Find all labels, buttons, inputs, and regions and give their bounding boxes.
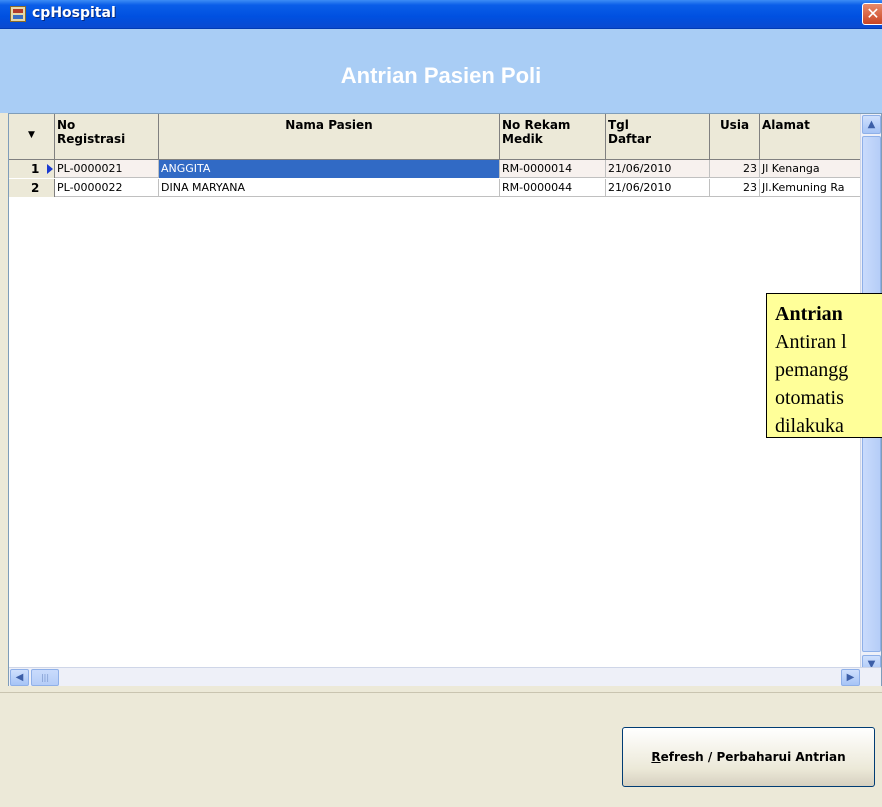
cell-nama-pasien[interactable]: ANGGITA	[159, 160, 500, 178]
title-bar[interactable]: cpHospital ✕	[0, 0, 882, 29]
current-row-pointer-icon	[47, 164, 53, 174]
column-header-alamat[interactable]: Alamat	[760, 114, 860, 160]
refresh-queue-button[interactable]: Refresh / Perbaharui Antrian	[622, 727, 875, 787]
column-header-no-registrasi[interactable]: No Registrasi	[55, 114, 159, 160]
table-row[interactable]: 2 PL-0000022 DINA MARYANA RM-0000044 21/…	[9, 179, 860, 197]
column-label-line: No	[57, 118, 76, 132]
cell-no-rekam-medik[interactable]: RM-0000014	[500, 160, 606, 178]
row-number-text: 2	[31, 181, 40, 195]
tooltip-line: dilakuka	[775, 415, 844, 437]
column-header-usia[interactable]: Usia	[710, 114, 760, 160]
column-label-line: No Rekam	[502, 118, 571, 132]
row-number: 1	[9, 160, 55, 178]
tooltip-line: pemangg	[775, 359, 849, 381]
row-number-text: 1	[31, 162, 40, 176]
column-label-line: Registrasi	[57, 132, 126, 146]
column-label-line: Daftar	[608, 132, 652, 146]
cell-no-rekam-medik[interactable]: RM-0000044	[500, 179, 606, 197]
horizontal-scrollbar[interactable]: ◀ ||| ▶	[9, 667, 881, 686]
column-label-line: Tgl	[608, 118, 629, 132]
column-header-nama-pasien[interactable]: Nama Pasien	[159, 114, 500, 160]
column-header-tgl-daftar[interactable]: Tgl Daftar	[606, 114, 710, 160]
cell-no-registrasi[interactable]: PL-0000021	[55, 160, 159, 178]
cell-tgl-daftar[interactable]: 21/06/2010	[606, 160, 710, 178]
info-tooltip: Antrian Antiran l pemangg otomatis dilak…	[766, 293, 882, 438]
tooltip-line: Antiran l	[775, 331, 847, 353]
tooltip-line: otomatis	[775, 387, 844, 409]
column-header-no-rekam-medik[interactable]: No Rekam Medik	[500, 114, 606, 160]
scroll-right-icon[interactable]: ▶	[841, 669, 860, 686]
cell-usia[interactable]: 23	[710, 179, 760, 197]
close-button[interactable]: ✕	[862, 3, 882, 25]
cell-tgl-daftar[interactable]: 21/06/2010	[606, 179, 710, 197]
scroll-left-icon[interactable]: ◀	[10, 669, 29, 686]
cell-alamat[interactable]: Jl Kenanga	[760, 160, 860, 178]
column-indicator-header[interactable]: ▼	[9, 114, 55, 160]
queue-grid[interactable]: ▼ No Registrasi Nama Pasien No Rekam Med…	[8, 113, 882, 686]
row-number: 2	[9, 179, 55, 197]
header-banner: Antrian Pasien Poli	[0, 29, 882, 113]
page-title: Antrian Pasien Poli	[340, 63, 542, 88]
app-icon	[10, 6, 26, 22]
horizontal-scroll-thumb[interactable]: |||	[31, 669, 59, 686]
window-title: cpHospital	[32, 5, 116, 21]
table-row[interactable]: 1 PL-0000021 ANGGITA RM-0000014 21/06/20…	[9, 160, 860, 178]
column-label-line: Medik	[502, 132, 543, 146]
grid-header: ▼ No Registrasi Nama Pasien No Rekam Med…	[9, 114, 860, 160]
scroll-up-icon[interactable]: ▲	[862, 115, 881, 134]
refresh-accelerator: R	[651, 750, 661, 764]
cell-usia[interactable]: 23	[710, 160, 760, 178]
refresh-label: efresh / Perbaharui Antrian	[660, 750, 846, 764]
cell-no-registrasi[interactable]: PL-0000022	[55, 179, 159, 197]
tooltip-title: Antrian	[775, 303, 843, 325]
cell-nama-pasien[interactable]: DINA MARYANA	[159, 179, 500, 197]
cell-alamat[interactable]: Jl.Kemuning Ra	[760, 179, 860, 197]
